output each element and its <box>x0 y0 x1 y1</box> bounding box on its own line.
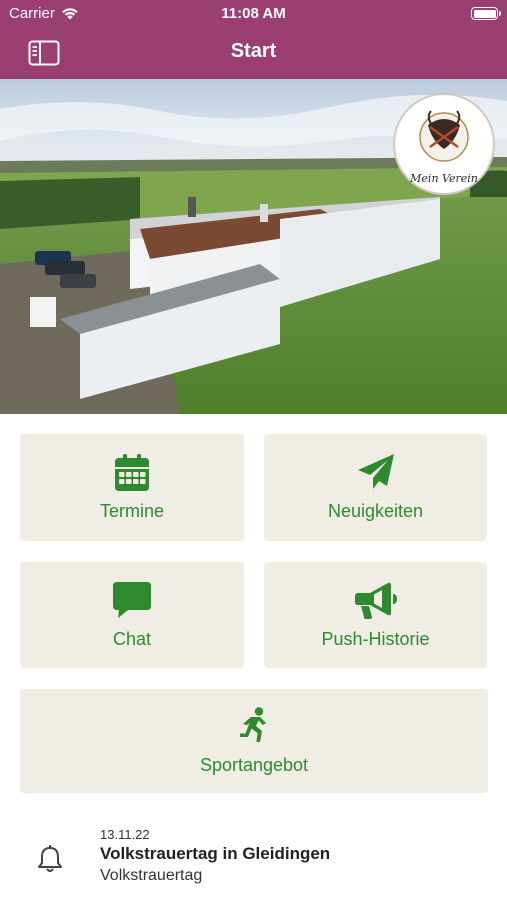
hero-image: Mein Verein <box>0 79 507 414</box>
page-title: Start <box>230 40 277 62</box>
running-person-icon <box>240 706 266 742</box>
status-time: 11:08 AM <box>221 5 286 22</box>
logo-text: Mein Verein <box>409 172 478 185</box>
paper-plane-icon <box>357 454 394 489</box>
chat-bubble-icon <box>113 581 151 618</box>
news-subtitle: Volkstrauertag <box>100 867 203 884</box>
tile-push-historie[interactable]: Push-Historie <box>264 562 487 668</box>
bell-icon <box>38 845 62 872</box>
tile-label: Chat <box>112 628 152 649</box>
tile-neuigkeiten[interactable]: Neuigkeiten <box>264 434 487 541</box>
tile-chat[interactable]: Chat <box>20 562 244 668</box>
news-date: 13.11.22 <box>100 827 150 842</box>
battery-icon <box>471 7 501 20</box>
tile-sportangebot[interactable]: Sportangebot <box>20 689 488 793</box>
status-bar: Carrier 11:08 AM <box>0 0 507 28</box>
news-item[interactable]: 13.11.22 Volkstrauertag in Gleidingen Vo… <box>0 815 507 900</box>
tile-label: Sportangebot <box>199 754 309 775</box>
tile-label: Termine <box>99 500 165 521</box>
tile-label: Neuigkeiten <box>327 501 424 521</box>
calendar-icon <box>115 453 149 491</box>
tile-label: Push-Historie <box>321 628 430 649</box>
news-title: Volkstrauertag in Gleidingen <box>100 844 331 863</box>
tile-termine[interactable]: Termine <box>20 434 244 541</box>
megaphone-icon <box>354 582 397 619</box>
app-header: Carrier 11:08 AM Start <box>0 0 507 79</box>
club-logo: Mein Verein <box>393 93 495 195</box>
